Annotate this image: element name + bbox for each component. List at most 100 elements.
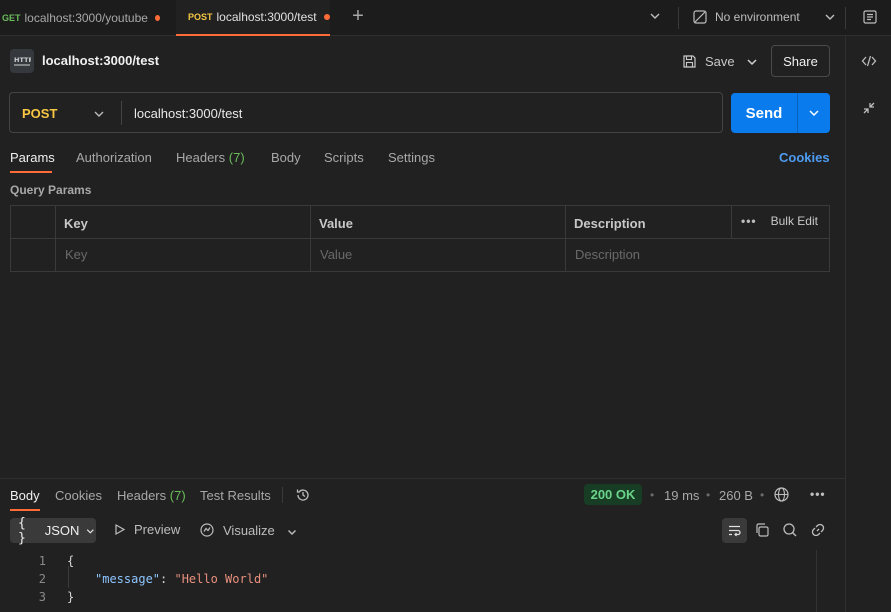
response-size[interactable]: 260 B [719, 488, 753, 503]
column-header-key: Key [64, 216, 88, 231]
play-icon [115, 523, 126, 536]
json-key: "message" [95, 572, 161, 586]
visualize-button[interactable]: Visualize [199, 522, 275, 538]
column-header-value: Value [319, 216, 353, 231]
active-tab-indicator [10, 171, 52, 173]
tab-method-post: POST [188, 12, 213, 22]
environment-chevron-down-icon [825, 14, 835, 20]
headers-count: (7) [228, 150, 245, 165]
response-time[interactable]: 19 ms [664, 488, 699, 503]
method-selector[interactable]: POST [22, 106, 57, 121]
json-separator: : [160, 572, 175, 586]
right-sidebar [845, 36, 891, 612]
save-label: Save [705, 53, 735, 69]
save-icon [683, 54, 696, 68]
separator-dot: • [760, 488, 765, 502]
collapse-arrows-icon[interactable] [861, 100, 877, 116]
share-button[interactable]: Share [771, 45, 830, 77]
response-tab-cookies[interactable]: Cookies [55, 488, 102, 503]
new-tab-plus-icon[interactable]: + [349, 6, 367, 26]
tab-get-youtube[interactable]: GET localhost:3000/youtube [2, 0, 160, 36]
code-line: } [67, 590, 75, 604]
unsaved-dot-icon [154, 15, 160, 21]
preview-label: Preview [134, 522, 181, 537]
tabs-chevron-down-icon[interactable] [648, 9, 662, 23]
tab-scripts[interactable]: Scripts [324, 150, 364, 165]
tab-method-get: GET [2, 13, 21, 23]
tab-label: localhost:3000/test [216, 10, 317, 24]
tab-authorization[interactable]: Authorization [76, 150, 152, 165]
column-divider [731, 206, 732, 238]
divider [282, 487, 283, 503]
divider [678, 7, 679, 29]
svg-text:HTTP: HTTP [14, 56, 31, 64]
send-button[interactable]: Send [731, 93, 797, 133]
line-number: 2 [38, 572, 46, 586]
param-description-input[interactable]: Description [575, 247, 640, 262]
code-snippet-icon[interactable] [861, 53, 877, 69]
tab-post-test[interactable]: POST localhost:3000/test [176, 0, 330, 36]
query-params-table: Key Value Description ••• Bulk Edit Key … [10, 205, 830, 272]
environment-label: No environment [715, 10, 800, 24]
tab-body[interactable]: Body [271, 150, 301, 165]
globe-icon[interactable] [773, 486, 790, 503]
editor-scrollbar-track[interactable] [816, 550, 817, 612]
history-icon[interactable] [295, 487, 311, 503]
param-key-input[interactable]: Key [65, 247, 87, 262]
method-chevron-down-icon[interactable] [92, 107, 106, 121]
row-checkbox-cell [11, 239, 55, 271]
tab-bar: GET localhost:3000/youtube POST localhos… [0, 0, 891, 36]
link-icon[interactable] [810, 522, 826, 538]
url-input[interactable]: localhost:3000/test [134, 106, 242, 121]
no-environment-icon [693, 10, 707, 24]
tab-headers[interactable]: Headers (7) [176, 150, 245, 165]
response-format-selector[interactable]: { } JSON [10, 516, 96, 546]
separator-dot: • [706, 488, 711, 502]
send-button-group: Send [731, 93, 830, 133]
save-button[interactable]: Save [682, 51, 735, 71]
more-options-icon[interactable]: ••• [810, 487, 826, 501]
visualize-icon [200, 523, 214, 537]
divider [845, 7, 846, 29]
bulk-edit-label: Bulk Edit [770, 214, 818, 228]
tab-headers-label: Headers [176, 150, 226, 165]
cookies-link[interactable]: Cookies [779, 150, 830, 165]
tab-settings[interactable]: Settings [388, 150, 435, 165]
wrap-lines-button[interactable] [722, 518, 747, 543]
divider [797, 93, 798, 133]
tab-label: localhost:3000/youtube [24, 11, 148, 25]
visualize-chevron-down-icon[interactable] [286, 526, 298, 538]
query-params-title: Query Params [10, 183, 92, 197]
request-title[interactable]: localhost:3000/test [42, 53, 159, 68]
response-tab-body[interactable]: Body [10, 488, 40, 503]
format-label: JSON [44, 523, 80, 538]
response-tab-test-results[interactable]: Test Results [200, 488, 271, 503]
line-number: 3 [38, 590, 46, 604]
response-divider [0, 478, 845, 479]
more-options-icon: ••• [741, 214, 757, 228]
divider [121, 101, 122, 125]
environment-selector[interactable]: No environment [692, 0, 837, 34]
response-tab-headers-label: Headers [117, 488, 167, 503]
separator-dot: • [650, 488, 655, 502]
format-chevron-down-icon [87, 528, 95, 534]
param-value-input[interactable]: Value [320, 247, 352, 262]
search-icon[interactable] [782, 522, 798, 538]
send-options-chevron-icon[interactable] [807, 106, 821, 120]
tab-params[interactable]: Params [10, 150, 55, 165]
row-divider [11, 238, 829, 239]
response-tab-headers[interactable]: Headers (7) [117, 488, 186, 503]
url-bar: POST localhost:3000/test [9, 92, 723, 133]
indent-guide [68, 566, 69, 588]
json-value: "Hello World" [174, 572, 269, 586]
preview-button[interactable]: Preview [113, 522, 180, 537]
environment-quick-look-icon[interactable] [862, 9, 878, 25]
status-badge[interactable]: 200 OK [584, 484, 642, 505]
unsaved-dot-icon [323, 14, 330, 20]
code-line: "message": "Hello World" [95, 572, 268, 586]
bulk-edit-button[interactable]: ••• Bulk Edit [741, 214, 818, 228]
wrap-lines-icon [729, 525, 741, 537]
save-options-chevron-icon[interactable] [745, 55, 759, 69]
copy-icon[interactable] [754, 522, 770, 538]
response-headers-count: (7) [169, 488, 186, 503]
